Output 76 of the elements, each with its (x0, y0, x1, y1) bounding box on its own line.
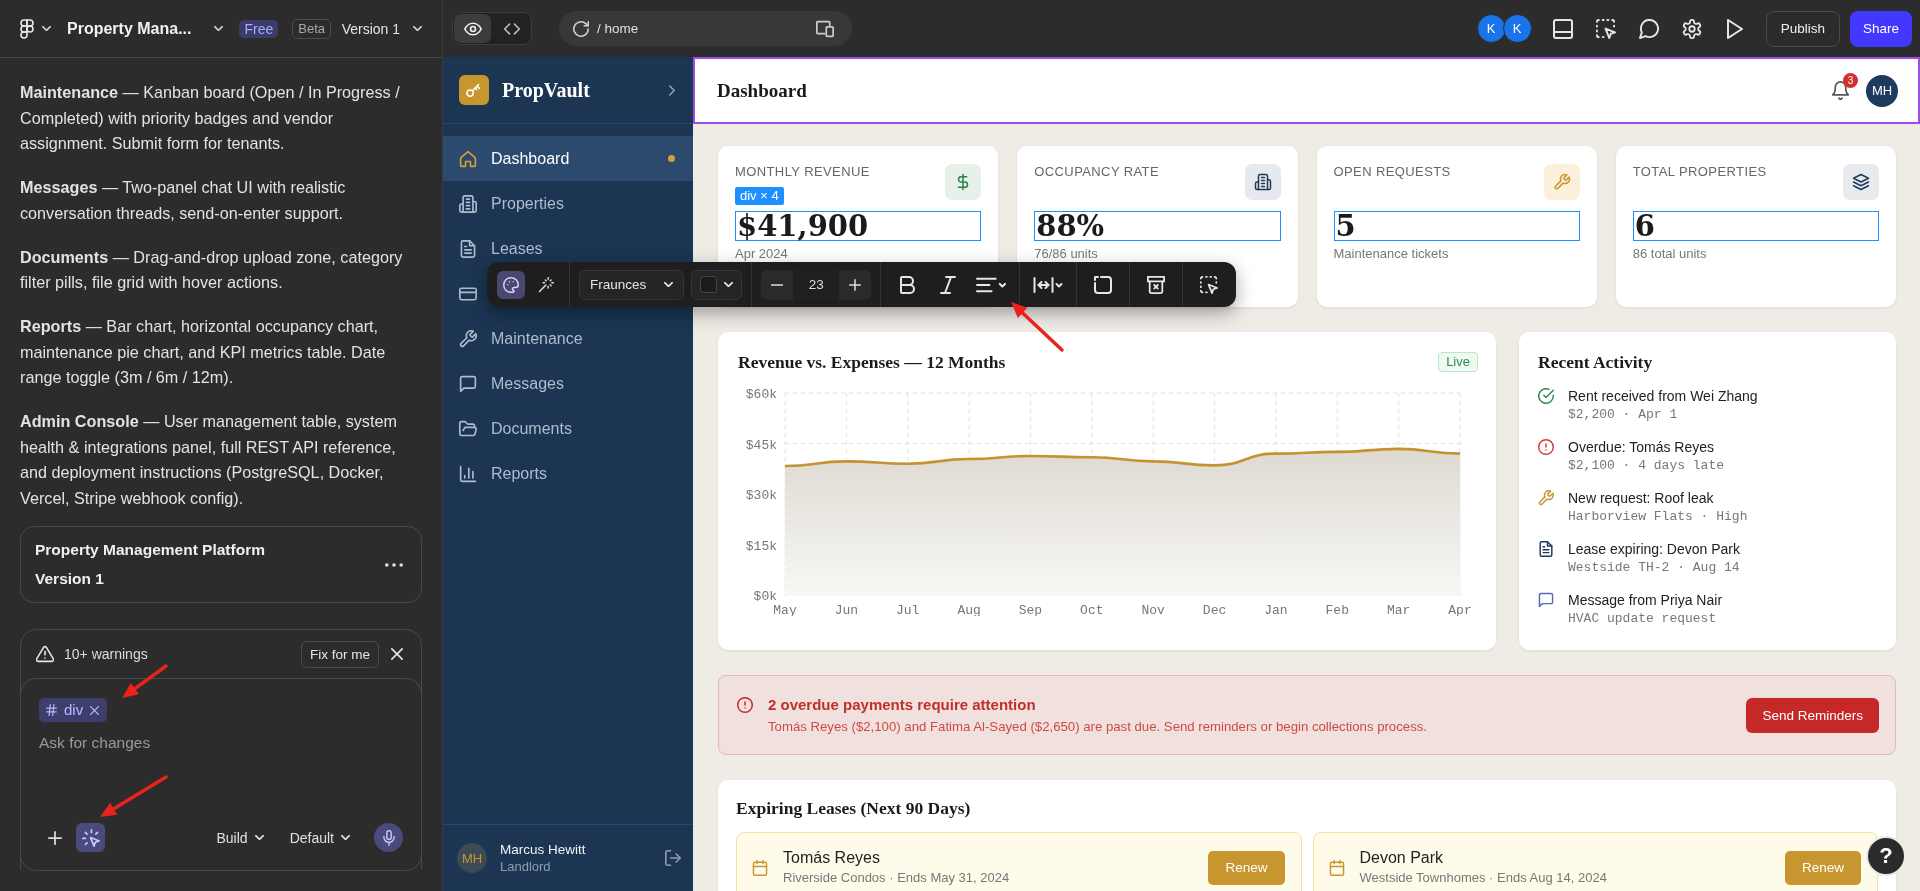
x-axis-label: May (773, 603, 797, 616)
activity-detail: Harborview Flats · High (1568, 508, 1748, 525)
y-axis-label: $60k (745, 387, 777, 402)
activity-title: Lease expiring: Devon Park (1568, 540, 1740, 558)
kpi-label: OPEN REQUESTS (1333, 164, 1451, 180)
kpi-value: 6 (1632, 211, 1879, 241)
x-axis-label: Nov (1141, 603, 1165, 616)
activity-detail: $2,100 · 4 days late (1568, 457, 1725, 474)
activity-title: Message from Priya Nair (1568, 591, 1723, 609)
brand-name: PropVault (502, 78, 590, 102)
activity-title: Overdue: Tomás Reyes (1568, 438, 1716, 456)
activity-detail: Westside TH-2 · Aug 14 (1568, 559, 1740, 576)
feature-description: Admin Console — User management table, system health & integrations panel, full REST API reference, and deployment instructions (PostgreSQL, Docker, Vercel, Stripe webhook config). (20, 411, 398, 509)
x-axis-label: Sep (1018, 603, 1043, 616)
alert-title: 2 overdue payments require attention (768, 694, 1037, 715)
feature-description: Messages — Two-panel chat UI with realistic conversation threads, send-on-enter support. (20, 177, 347, 224)
project-title: Property Management Platform (35, 540, 265, 560)
kpi-label: TOTAL PROPERTIES (1632, 164, 1767, 180)
kpi-value: 88% (1034, 211, 1281, 241)
x-axis-label: Oct (1080, 603, 1104, 616)
alert-message: Tomás Reyes ($2,100) and Fatima Al-Sayed ($2,650) are past due. Send reminders or begin collections process. (768, 717, 1427, 736)
nav-label: Messages (491, 374, 564, 393)
x-axis-label: Jul (896, 603, 920, 616)
x-axis-label: Jan (1264, 603, 1288, 616)
selection-tag: div × 4 (735, 187, 784, 205)
x-axis-label: Jun (834, 603, 859, 616)
feature-description: Maintenance — Kanban board (Open / In Progress / Completed) with priority badges and vendor assignment. Submit form for tenants. (20, 82, 401, 154)
y-axis-label: $15k (745, 538, 777, 554)
warnings-label: 10+ warnings (64, 646, 148, 662)
feature-description: Reports — Bar chart, horizontal occupancy chart, maintenance pie chart, and KPI metrics table. Date range toggle (3m / 6m / 12m). (20, 316, 387, 388)
page-title: Dashboard (717, 79, 807, 102)
chart-title: Revenue vs. Expenses — 12 Months (738, 352, 1006, 372)
kpi-value: $41,900 (735, 211, 982, 241)
font-size-value: 23 (793, 269, 840, 300)
activity-title: Rent received from Wei Zhang (1568, 387, 1758, 405)
lease-detail: Westside Townhomes · Ends Aug 14, 2024 (1359, 869, 1607, 887)
y-axis-label: $0k (753, 589, 777, 604)
kpi-caption: Apr 2024 (735, 246, 789, 262)
chip-label: div (64, 701, 84, 719)
user-role: Landlord (500, 859, 552, 874)
kpi-caption: Maintenance tickets (1333, 246, 1450, 262)
activity-heading: Recent Activity (1538, 352, 1654, 372)
lease-detail: Riverside Condos · Ends May 31, 2024 (783, 869, 1010, 887)
x-axis-label: Mar (1386, 603, 1411, 616)
kpi-caption: 86 total units (1632, 246, 1708, 262)
kpi-caption: 76/86 units (1034, 246, 1099, 262)
nav-label: Dashboard (491, 149, 570, 168)
x-axis-label: Aug (957, 603, 981, 616)
leases-title: Expiring Leases (Next 90 Days) (736, 798, 972, 818)
x-axis-label: Feb (1325, 603, 1349, 616)
beta-badge: Beta (292, 18, 332, 39)
user-avatar: MH (457, 843, 487, 873)
activity-detail: HVAC update request (1568, 610, 1718, 627)
url-path: / home (597, 21, 639, 36)
nav-label: Maintenance (491, 329, 583, 348)
tenant-name: Tomás Reyes (783, 848, 881, 868)
tenant-name: Devon Park (1359, 848, 1445, 868)
nav-label: Reports (491, 464, 548, 483)
live-badge: Live (1438, 352, 1478, 372)
x-axis-label: Dec (1202, 603, 1227, 616)
nav-label: Leases (491, 239, 543, 258)
nav-label: Documents (491, 419, 572, 438)
project-version: Version 1 (35, 569, 105, 589)
feature-description: Documents — Drag-and-drop upload zone, category filter pills, file grid with hover actions. (20, 246, 404, 293)
y-axis-label: $30k (745, 488, 777, 503)
plan-badge: Free (239, 19, 279, 38)
notification-badge: 3 (1843, 73, 1858, 88)
nav-label: Properties (491, 194, 564, 213)
y-axis-label: $45k (745, 437, 777, 453)
activity-title: New request: Roof leak (1568, 489, 1715, 507)
kpi-label: MONTHLY REVENUE (735, 164, 870, 180)
activity-detail: $2,200 · Apr 1 (1568, 406, 1679, 423)
x-axis-label: Apr (1448, 603, 1472, 616)
user-name: Marcus Hewitt (500, 842, 586, 857)
kpi-value: 5 (1333, 211, 1580, 241)
kpi-label: OCCUPANCY RATE (1034, 164, 1160, 180)
